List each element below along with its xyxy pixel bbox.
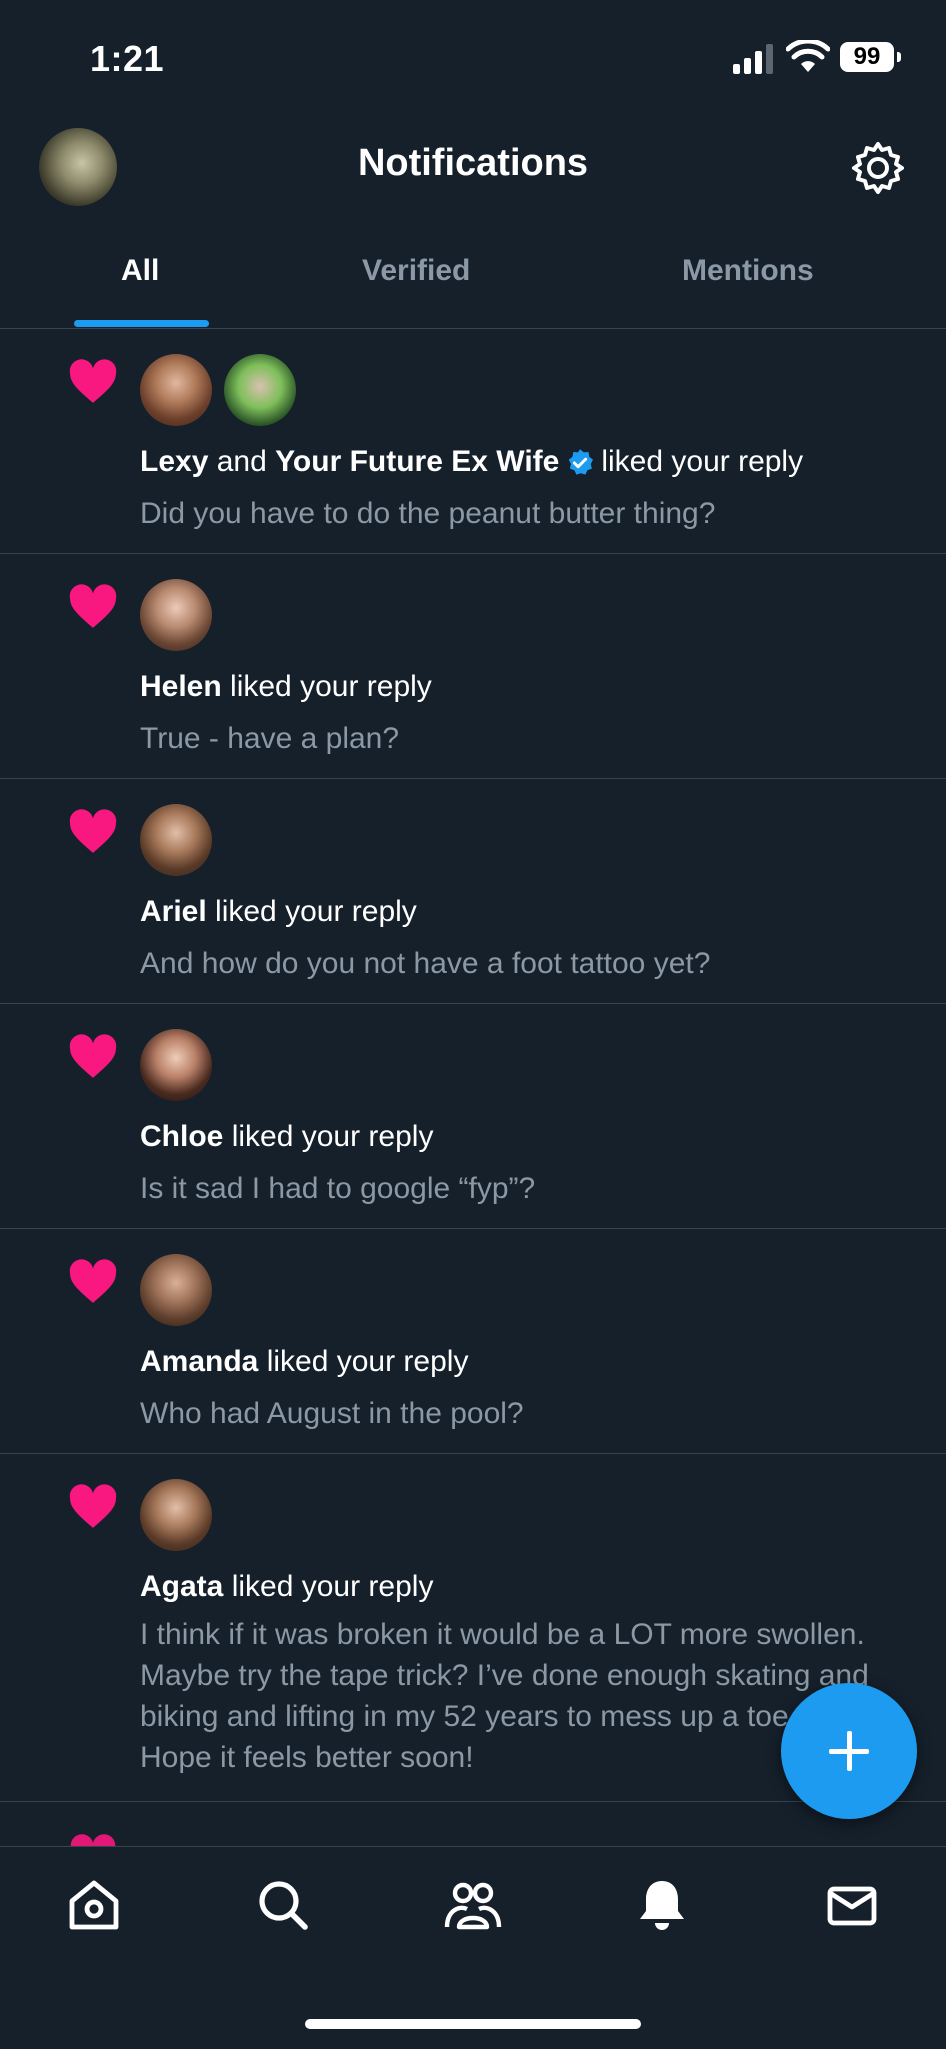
active-tab-indicator [74,320,209,327]
liker-avatars [140,1254,220,1326]
action-text: liked your reply [230,670,432,703]
action-text: liked your reply [266,1345,469,1378]
notification-item[interactable]: Ariel liked your reply And how do you no… [0,779,946,1004]
tab-all[interactable]: All [121,254,159,288]
avatar[interactable] [140,1479,212,1551]
liker-avatars [140,1479,220,1551]
heart-icon [69,1484,117,1528]
battery-indicator: 99 [840,42,901,72]
notification-item[interactable]: Helen liked your reply True - have a pla… [0,554,946,779]
page-title: Notifications [357,142,589,184]
search-icon[interactable] [255,1877,311,1933]
reply-text: Who had August in the pool? [140,1397,524,1430]
action-text: liked your reply [215,895,417,928]
notification-title: Amanda liked your reply [140,1345,468,1379]
user-name[interactable]: Lexy [140,445,208,478]
user-name[interactable]: Chloe [140,1120,223,1153]
tab-verified[interactable]: Verified [362,254,470,288]
compose-plus-button[interactable] [781,1683,917,1819]
action-text: liked your reply [231,1570,434,1603]
heart-icon [69,359,117,403]
notification-title: Helen liked your reply [140,670,432,704]
conjunction: and [216,445,267,478]
liker-avatars [140,1029,220,1101]
heart-icon [69,809,117,853]
liker-avatars [140,354,304,426]
notification-title: Chloe liked your reply [140,1120,433,1154]
notifications-feed: Lexy and Your Future Ex Wife liked your r… [0,329,946,1802]
notification-tabs: All Verified Mentions [0,240,946,329]
avatar[interactable] [140,579,212,651]
heart-icon [69,584,117,628]
user-name[interactable]: Ariel [140,895,207,928]
reply-text: And how do you not have a foot tattoo ye… [140,947,711,980]
verified-badge-icon [569,449,594,475]
bottom-navigation [0,1846,946,2049]
avatar[interactable] [140,804,212,876]
cellular-signal-icon [733,44,773,74]
settings-gear-icon[interactable] [850,140,906,196]
home-indicator [305,2019,641,2029]
notification-item[interactable]: Lexy and Your Future Ex Wife liked your r… [0,329,946,554]
user-name[interactable]: Agata [140,1570,223,1603]
notification-title: Agata liked your reply [140,1570,433,1604]
messages-icon[interactable] [824,1877,880,1933]
action-text: liked your reply [601,445,804,478]
communities-icon[interactable] [443,1877,503,1933]
user-name[interactable]: Your Future Ex Wife [275,445,559,478]
reply-text: Is it sad I had to google “fyp”? [140,1172,536,1205]
notification-title: Ariel liked your reply [140,895,417,929]
notification-title: Lexy and Your Future Ex Wife liked your r… [140,445,803,479]
avatar[interactable] [224,354,297,426]
wifi-icon [786,40,830,72]
notification-item[interactable]: Chloe liked your reply Is it sad I had t… [0,1004,946,1229]
heart-icon [69,1034,117,1078]
avatar[interactable] [140,1254,212,1326]
notification-item[interactable]: Amanda liked your reply Who had August i… [0,1229,946,1454]
avatar[interactable] [140,1029,212,1101]
liker-avatars [140,804,220,876]
heart-icon [69,1259,117,1303]
reply-text: Did you have to do the peanut butter thi… [140,497,716,530]
action-text: liked your reply [231,1120,434,1153]
liker-avatars [140,579,220,651]
status-bar: 1:21 99 [0,0,946,120]
reply-text: True - have a plan? [140,722,400,755]
tab-mentions[interactable]: Mentions [682,254,814,288]
notifications-bell-icon[interactable] [634,1877,690,1933]
user-name[interactable]: Helen [140,670,222,703]
status-time: 1:21 [90,38,165,79]
avatar[interactable] [140,354,212,426]
user-name[interactable]: Amanda [140,1345,258,1378]
home-icon[interactable] [66,1877,122,1933]
